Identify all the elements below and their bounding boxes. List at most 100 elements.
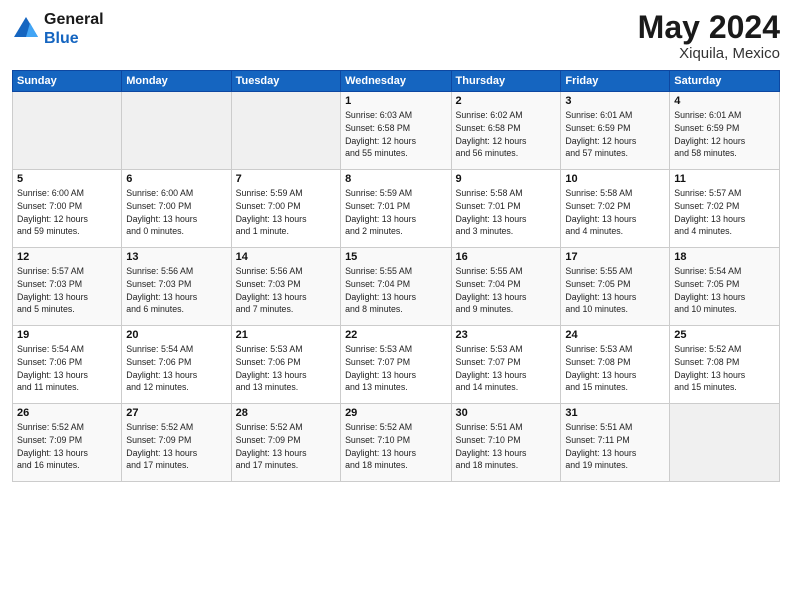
col-header-wednesday: Wednesday — [341, 71, 451, 92]
day-cell: 5 Sunrise: 6:00 AM Sunset: 7:00 PM Daylig… — [13, 170, 122, 248]
day-cell: 26 Sunrise: 5:52 AM Sunset: 7:09 PM Dayli… — [13, 404, 122, 482]
day-info: Sunrise: 5:53 AM Sunset: 7:07 PM Dayligh… — [345, 343, 446, 394]
day-cell: 14 Sunrise: 5:56 AM Sunset: 7:03 PM Dayli… — [231, 248, 340, 326]
day-number: 26 — [17, 407, 117, 419]
day-number: 31 — [565, 407, 665, 419]
day-info: Sunrise: 5:52 AM Sunset: 7:10 PM Dayligh… — [345, 421, 446, 472]
day-cell: 30Sunrise: 5:51 AM Sunset: 7:10 PM Dayli… — [451, 404, 561, 482]
week-row-4: 19 Sunrise: 5:54 AM Sunset: 7:06 PM Dayli… — [13, 326, 780, 404]
day-cell: 31Sunrise: 5:51 AM Sunset: 7:11 PM Dayli… — [561, 404, 670, 482]
title-block: May 2024 Xiquila, Mexico — [638, 10, 780, 62]
day-cell: 18Sunrise: 5:54 AM Sunset: 7:05 PM Dayli… — [670, 248, 780, 326]
day-number: 1 — [345, 95, 446, 107]
day-number: 20 — [126, 329, 226, 341]
day-number: 6 — [126, 173, 226, 185]
day-info: Sunrise: 6:00 AM Sunset: 7:00 PM Dayligh… — [126, 187, 226, 238]
day-info: Sunrise: 6:02 AM Sunset: 6:58 PM Dayligh… — [456, 109, 557, 160]
day-number: 14 — [236, 251, 336, 263]
day-number: 29 — [345, 407, 446, 419]
day-info: Sunrise: 5:59 AM Sunset: 7:01 PM Dayligh… — [345, 187, 446, 238]
day-info: Sunrise: 5:58 AM Sunset: 7:02 PM Dayligh… — [565, 187, 665, 238]
day-number: 23 — [456, 329, 557, 341]
day-info: Sunrise: 5:55 AM Sunset: 7:05 PM Dayligh… — [565, 265, 665, 316]
day-info: Sunrise: 6:00 AM Sunset: 7:00 PM Dayligh… — [17, 187, 117, 238]
day-number: 16 — [456, 251, 557, 263]
day-info: Sunrise: 5:55 AM Sunset: 7:04 PM Dayligh… — [456, 265, 557, 316]
day-number: 11 — [674, 173, 775, 185]
day-number: 8 — [345, 173, 446, 185]
day-number: 4 — [674, 95, 775, 107]
day-cell: 3Sunrise: 6:01 AM Sunset: 6:59 PM Daylig… — [561, 92, 670, 170]
day-cell: 17 Sunrise: 5:55 AM Sunset: 7:05 PM Dayli… — [561, 248, 670, 326]
day-number: 5 — [17, 173, 117, 185]
week-row-3: 12Sunrise: 5:57 AM Sunset: 7:03 PM Dayli… — [13, 248, 780, 326]
day-info: Sunrise: 5:52 AM Sunset: 7:08 PM Dayligh… — [674, 343, 775, 394]
day-number: 18 — [674, 251, 775, 263]
day-number: 10 — [565, 173, 665, 185]
day-info: Sunrise: 5:59 AM Sunset: 7:00 PM Dayligh… — [236, 187, 336, 238]
day-info: Sunrise: 6:01 AM Sunset: 6:59 PM Dayligh… — [565, 109, 665, 160]
day-cell: 2 Sunrise: 6:02 AM Sunset: 6:58 PM Daylig… — [451, 92, 561, 170]
col-header-thursday: Thursday — [451, 71, 561, 92]
day-cell: 24 Sunrise: 5:53 AM Sunset: 7:08 PM Dayli… — [561, 326, 670, 404]
day-info: Sunrise: 5:53 AM Sunset: 7:07 PM Dayligh… — [456, 343, 557, 394]
day-number: 15 — [345, 251, 446, 263]
day-number: 17 — [565, 251, 665, 263]
col-header-monday: Monday — [122, 71, 231, 92]
day-number: 9 — [456, 173, 557, 185]
day-info: Sunrise: 5:56 AM Sunset: 7:03 PM Dayligh… — [236, 265, 336, 316]
col-header-sunday: Sunday — [13, 71, 122, 92]
day-cell: 11Sunrise: 5:57 AM Sunset: 7:02 PM Dayli… — [670, 170, 780, 248]
day-number: 27 — [126, 407, 226, 419]
day-info: Sunrise: 5:52 AM Sunset: 7:09 PM Dayligh… — [236, 421, 336, 472]
day-number: 7 — [236, 173, 336, 185]
day-number: 22 — [345, 329, 446, 341]
day-info: Sunrise: 6:01 AM Sunset: 6:59 PM Dayligh… — [674, 109, 775, 160]
day-info: Sunrise: 5:53 AM Sunset: 7:08 PM Dayligh… — [565, 343, 665, 394]
day-cell — [13, 92, 122, 170]
day-info: Sunrise: 5:57 AM Sunset: 7:03 PM Dayligh… — [17, 265, 117, 316]
day-cell: 4 Sunrise: 6:01 AM Sunset: 6:59 PM Daylig… — [670, 92, 780, 170]
day-number: 30 — [456, 407, 557, 419]
day-info: Sunrise: 5:54 AM Sunset: 7:06 PM Dayligh… — [17, 343, 117, 394]
day-cell: 7 Sunrise: 5:59 AM Sunset: 7:00 PM Daylig… — [231, 170, 340, 248]
col-header-tuesday: Tuesday — [231, 71, 340, 92]
day-cell: 19 Sunrise: 5:54 AM Sunset: 7:06 PM Dayli… — [13, 326, 122, 404]
day-number: 24 — [565, 329, 665, 341]
day-info: Sunrise: 5:53 AM Sunset: 7:06 PM Dayligh… — [236, 343, 336, 394]
day-cell: 23 Sunrise: 5:53 AM Sunset: 7:07 PM Dayli… — [451, 326, 561, 404]
day-number: 13 — [126, 251, 226, 263]
day-info: Sunrise: 5:52 AM Sunset: 7:09 PM Dayligh… — [126, 421, 226, 472]
calendar-table: SundayMondayTuesdayWednesdayThursdayFrid… — [12, 70, 780, 482]
day-cell: 28 Sunrise: 5:52 AM Sunset: 7:09 PM Dayli… — [231, 404, 340, 482]
day-cell: 9 Sunrise: 5:58 AM Sunset: 7:01 PM Daylig… — [451, 170, 561, 248]
day-info: Sunrise: 5:54 AM Sunset: 7:06 PM Dayligh… — [126, 343, 226, 394]
day-info: Sunrise: 6:03 AM Sunset: 6:58 PM Dayligh… — [345, 109, 446, 160]
day-cell — [122, 92, 231, 170]
location: Xiquila, Mexico — [638, 45, 780, 62]
page: General Blue May 2024 Xiquila, Mexico Su… — [0, 0, 792, 612]
day-info: Sunrise: 5:58 AM Sunset: 7:01 PM Dayligh… — [456, 187, 557, 238]
week-row-1: 1 Sunrise: 6:03 AM Sunset: 6:58 PM Daylig… — [13, 92, 780, 170]
day-cell — [231, 92, 340, 170]
day-number: 2 — [456, 95, 557, 107]
week-row-5: 26 Sunrise: 5:52 AM Sunset: 7:09 PM Dayli… — [13, 404, 780, 482]
day-info: Sunrise: 5:56 AM Sunset: 7:03 PM Dayligh… — [126, 265, 226, 316]
month-title: May 2024 — [638, 10, 780, 45]
day-cell: 20 Sunrise: 5:54 AM Sunset: 7:06 PM Dayli… — [122, 326, 231, 404]
day-cell: 6 Sunrise: 6:00 AM Sunset: 7:00 PM Daylig… — [122, 170, 231, 248]
week-row-2: 5 Sunrise: 6:00 AM Sunset: 7:00 PM Daylig… — [13, 170, 780, 248]
day-cell: 16 Sunrise: 5:55 AM Sunset: 7:04 PM Dayli… — [451, 248, 561, 326]
day-cell: 22 Sunrise: 5:53 AM Sunset: 7:07 PM Dayli… — [341, 326, 451, 404]
day-number: 25 — [674, 329, 775, 341]
day-cell: 27 Sunrise: 5:52 AM Sunset: 7:09 PM Dayli… — [122, 404, 231, 482]
day-cell: 29 Sunrise: 5:52 AM Sunset: 7:10 PM Dayli… — [341, 404, 451, 482]
day-cell: 1 Sunrise: 6:03 AM Sunset: 6:58 PM Daylig… — [341, 92, 451, 170]
header-row: SundayMondayTuesdayWednesdayThursdayFrid… — [13, 71, 780, 92]
day-number: 28 — [236, 407, 336, 419]
day-number: 19 — [17, 329, 117, 341]
logo-icon — [12, 15, 40, 43]
day-cell: 10 Sunrise: 5:58 AM Sunset: 7:02 PM Dayli… — [561, 170, 670, 248]
day-info: Sunrise: 5:52 AM Sunset: 7:09 PM Dayligh… — [17, 421, 117, 472]
day-cell — [670, 404, 780, 482]
